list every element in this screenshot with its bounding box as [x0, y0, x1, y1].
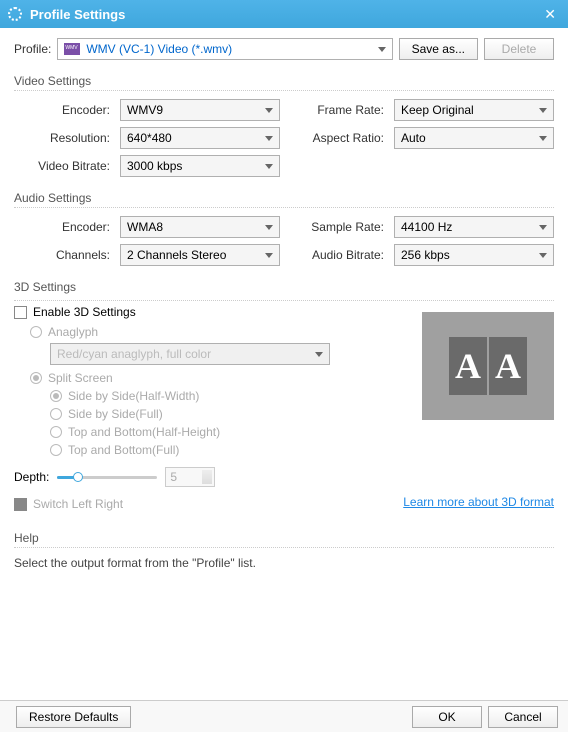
- anaglyph-mode-select: Red/cyan anaglyph, full color: [50, 343, 330, 365]
- help-group: Help Select the output format from the "…: [14, 531, 554, 570]
- window-title: Profile Settings: [30, 7, 540, 22]
- chevron-down-icon: [265, 253, 273, 258]
- help-title: Help: [14, 531, 554, 548]
- app-icon: [8, 7, 22, 21]
- chevron-down-icon: [378, 47, 386, 52]
- wmv-format-icon: [64, 43, 80, 55]
- chevron-down-icon: [539, 225, 547, 230]
- chevron-down-icon: [539, 108, 547, 113]
- preview-letter-right: A: [489, 337, 527, 395]
- chevron-down-icon: [539, 253, 547, 258]
- tb-half-row: Top and Bottom(Half-Height): [50, 425, 554, 439]
- save-as-button[interactable]: Save as...: [399, 38, 478, 60]
- resolution-label: Resolution:: [14, 131, 110, 145]
- 3d-preview: A A: [422, 312, 554, 420]
- footer: Restore Defaults OK Cancel: [0, 700, 568, 732]
- audio-bitrate-label: Audio Bitrate:: [290, 248, 384, 262]
- split-radio: [30, 372, 42, 384]
- tb-full-row: Top and Bottom(Full): [50, 443, 554, 457]
- profile-value: WMV (VC-1) Video (*.wmv): [86, 42, 385, 56]
- sbs-full-radio: [50, 408, 62, 420]
- chevron-down-icon: [315, 352, 323, 357]
- depth-spinner[interactable]: 5: [165, 467, 215, 487]
- aspect-label: Aspect Ratio:: [290, 131, 384, 145]
- enable-3d-checkbox[interactable]: [14, 306, 27, 319]
- anaglyph-radio: [30, 326, 42, 338]
- audio-encoder-label: Encoder:: [14, 220, 110, 234]
- profile-dropdown[interactable]: WMV (VC-1) Video (*.wmv): [57, 38, 392, 60]
- video-settings-group: Video Settings Encoder: WMV9 Frame Rate:…: [14, 74, 554, 177]
- switch-lr-checkbox: [14, 498, 27, 511]
- channels-select[interactable]: 2 Channels Stereo: [120, 244, 280, 266]
- enable-3d-label: Enable 3D Settings: [33, 305, 136, 319]
- learn-more-3d-link[interactable]: Learn more about 3D format: [403, 495, 554, 509]
- 3d-settings-title: 3D Settings: [14, 280, 554, 294]
- cancel-button[interactable]: Cancel: [488, 706, 558, 728]
- chevron-down-icon: [265, 164, 273, 169]
- audio-encoder-select[interactable]: WMA8: [120, 216, 280, 238]
- tb-full-radio: [50, 444, 62, 456]
- chevron-down-icon: [265, 225, 273, 230]
- framerate-label: Frame Rate:: [290, 103, 384, 117]
- ok-button[interactable]: OK: [412, 706, 482, 728]
- depth-label: Depth:: [14, 470, 49, 484]
- slider-thumb-icon[interactable]: [73, 472, 83, 482]
- help-text: Select the output format from the "Profi…: [14, 556, 554, 570]
- switch-lr-label: Switch Left Right: [33, 497, 123, 511]
- sbs-half-radio: [50, 390, 62, 402]
- audio-settings-title: Audio Settings: [14, 191, 554, 208]
- tb-half-radio: [50, 426, 62, 438]
- video-bitrate-label: Video Bitrate:: [14, 159, 110, 173]
- video-settings-title: Video Settings: [14, 74, 554, 91]
- close-icon[interactable]: ✕: [540, 6, 560, 23]
- preview-letter-left: A: [449, 337, 487, 395]
- audio-bitrate-select[interactable]: 256 kbps: [394, 244, 554, 266]
- samplerate-label: Sample Rate:: [290, 220, 384, 234]
- 3d-settings-group: 3D Settings Enable 3D Settings Anaglyph …: [14, 280, 554, 511]
- chevron-down-icon: [265, 136, 273, 141]
- resolution-select[interactable]: 640*480: [120, 127, 280, 149]
- split-label: Split Screen: [48, 371, 113, 385]
- aspect-select[interactable]: Auto: [394, 127, 554, 149]
- delete-button: Delete: [484, 38, 554, 60]
- framerate-select[interactable]: Keep Original: [394, 99, 554, 121]
- video-encoder-label: Encoder:: [14, 103, 110, 117]
- anaglyph-label: Anaglyph: [48, 325, 98, 339]
- chevron-down-icon: [539, 136, 547, 141]
- restore-defaults-button[interactable]: Restore Defaults: [16, 706, 131, 728]
- channels-label: Channels:: [14, 248, 110, 262]
- video-encoder-select[interactable]: WMV9: [120, 99, 280, 121]
- titlebar: Profile Settings ✕: [0, 0, 568, 28]
- depth-slider[interactable]: [57, 470, 157, 484]
- samplerate-select[interactable]: 44100 Hz: [394, 216, 554, 238]
- profile-row: Profile: WMV (VC-1) Video (*.wmv) Save a…: [14, 38, 554, 60]
- audio-settings-group: Audio Settings Encoder: WMA8 Sample Rate…: [14, 191, 554, 266]
- profile-label: Profile:: [14, 42, 51, 56]
- chevron-down-icon: [265, 108, 273, 113]
- video-bitrate-select[interactable]: 3000 kbps: [120, 155, 280, 177]
